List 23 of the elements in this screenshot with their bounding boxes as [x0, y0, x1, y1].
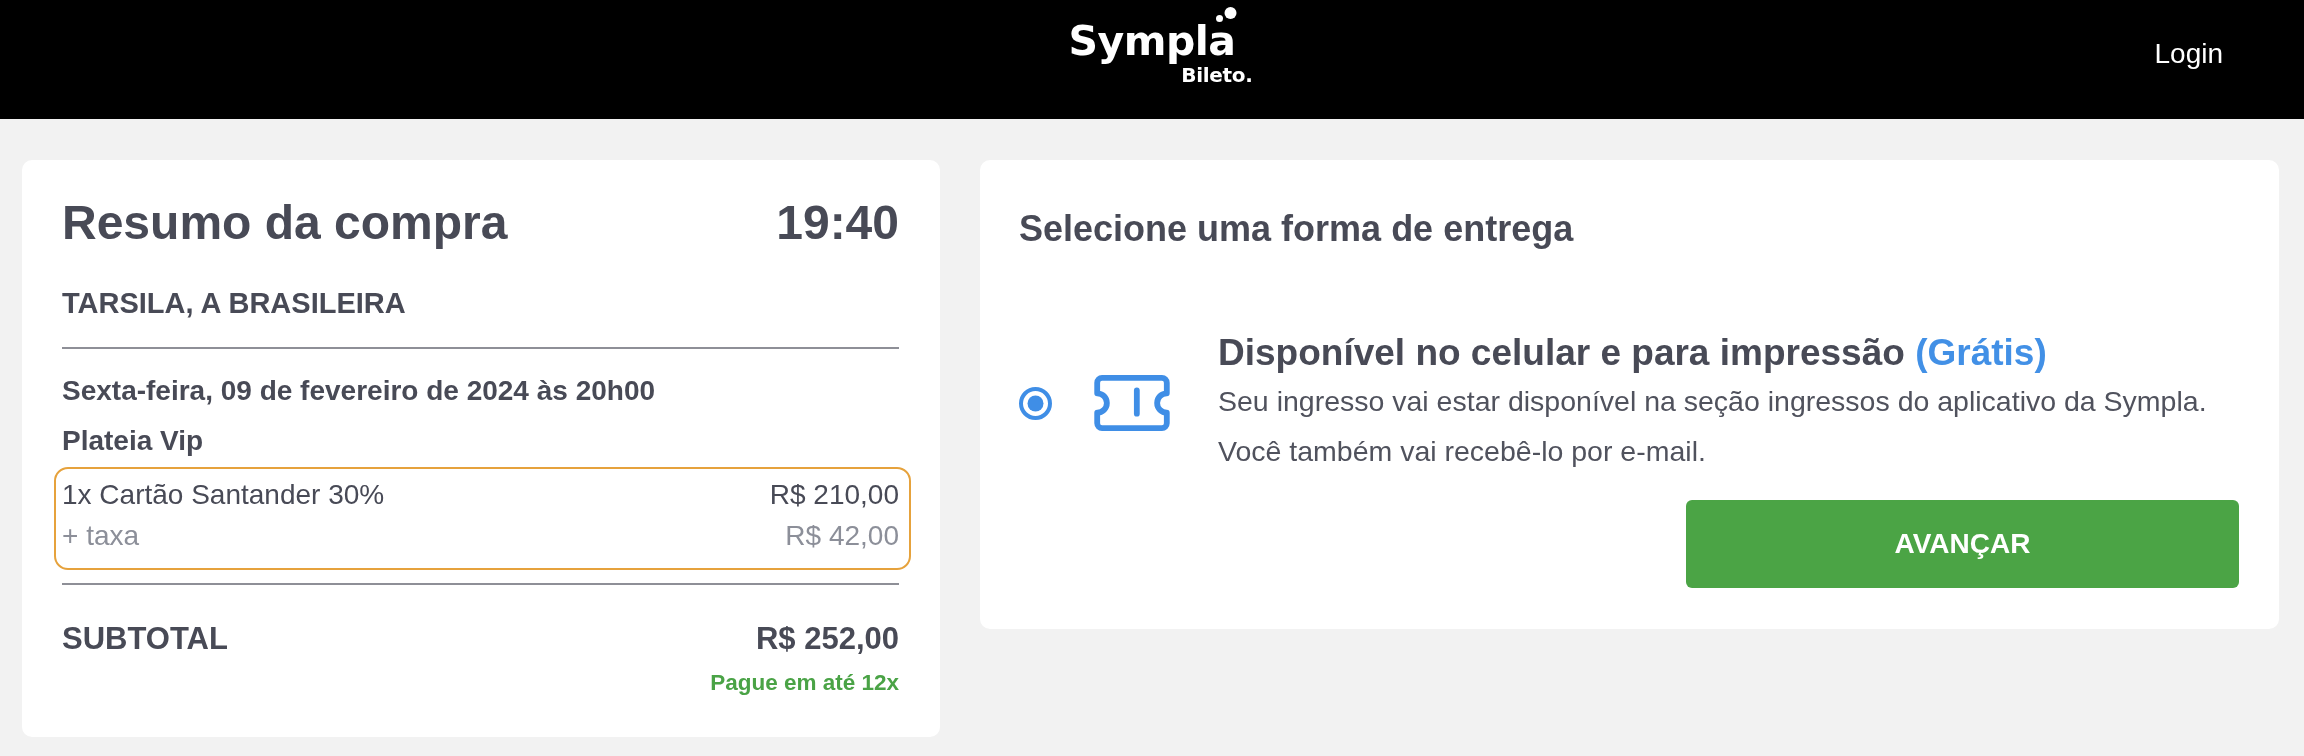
subtotal-amount: R$ 252,00: [755, 620, 899, 658]
logo-dots-icon: [1214, 7, 1237, 23]
logo-wordmark: Sympla: [1068, 24, 1236, 65]
option-title: Disponível no celular e para impressão: [1218, 331, 1905, 375]
event-name: TARSILA, A BRASILEIRA: [62, 286, 407, 321]
option-description: Você também vai recebê-lo por e-mail.: [1218, 434, 1707, 469]
countdown-timer: 19:40: [776, 195, 899, 251]
price-tag: (Grátis): [1915, 330, 2047, 376]
ticket-icon: [1093, 374, 1171, 432]
option-description: Seu ingresso vai estar disponível na seção ingressos do aplicativo da Sympla.: [1218, 384, 2207, 419]
fee-amount: R$ 42,00: [785, 519, 899, 553]
login-link[interactable]: Login: [2154, 36, 2223, 72]
fee-label: + taxa: [62, 519, 140, 553]
ticket-price: R$ 210,00: [769, 478, 899, 512]
installments-note: Pague em até 12x: [710, 669, 899, 697]
radio-button[interactable]: [1019, 386, 1052, 420]
ticket-item-label: 1x Cartão Santander 30%: [62, 478, 385, 512]
logo-subtitle: Bileto.: [1181, 63, 1253, 87]
sector-name: Plateia Vip: [62, 424, 205, 458]
subtotal-label: SUBTOTAL: [62, 620, 228, 658]
summary-title: Resumo da compra: [62, 195, 508, 251]
delivery-heading: Selecione uma forma de entrega: [1019, 207, 1575, 251]
session-date: Sexta-feira, 09 de fevereiro de 2024 às 20h00: [62, 374, 657, 408]
